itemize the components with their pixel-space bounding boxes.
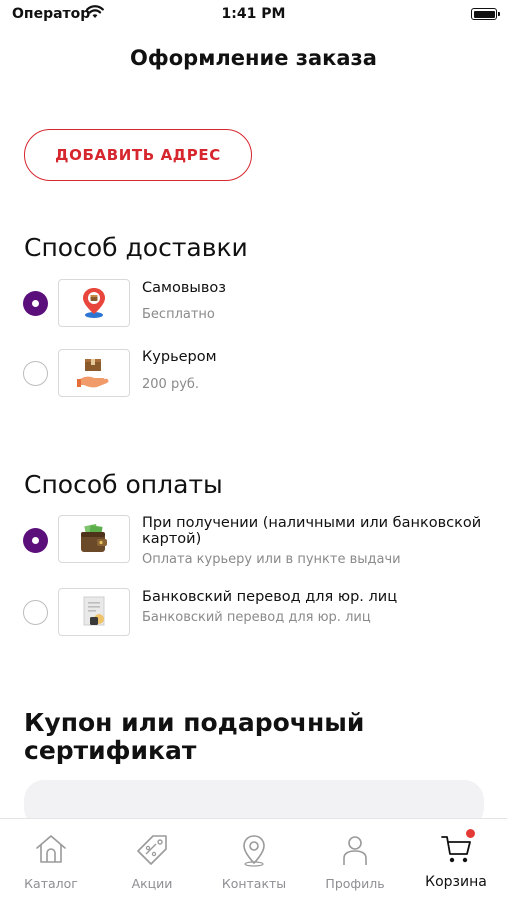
- delivery-heading: Способ доставки: [24, 233, 248, 262]
- tab-contacts[interactable]: Контакты: [212, 819, 296, 900]
- delivery-option-title: Самовывоз: [142, 280, 226, 296]
- tab-label: Каталог: [24, 876, 78, 891]
- radio-pickup[interactable]: [23, 291, 48, 316]
- add-address-button[interactable]: ДОБАВИТЬ АДРЕС: [24, 129, 252, 181]
- tab-bar: Каталог Акции Контакты Профиль Корзина: [0, 818, 507, 900]
- battery-icon: [471, 8, 500, 20]
- payment-option-subtitle: Банковский перевод для юр. лиц: [142, 610, 371, 625]
- payment-heading: Способ оплаты: [24, 470, 223, 499]
- bank-document-icon: [58, 588, 130, 636]
- tag-icon: [137, 835, 167, 865]
- radio-courier[interactable]: [23, 361, 48, 386]
- status-bar: Оператор 1:41 PM: [0, 0, 507, 30]
- tab-promotions[interactable]: Акции: [111, 819, 193, 900]
- tab-catalog[interactable]: Каталог: [10, 819, 92, 900]
- delivery-option-subtitle: Бесплатно: [142, 307, 215, 322]
- status-time: 1:41 PM: [221, 6, 286, 22]
- tab-profile[interactable]: Профиль: [314, 819, 396, 900]
- payment-option-bank-transfer[interactable]: Банковский перевод для юр. лиц Банковски…: [0, 588, 507, 638]
- payment-option-title: При получении (наличными или банковской …: [142, 515, 482, 547]
- radio-on-delivery[interactable]: [23, 528, 48, 553]
- home-icon: [36, 835, 66, 863]
- delivery-option-title: Курьером: [142, 349, 217, 365]
- tab-label: Профиль: [325, 876, 385, 891]
- location-pin-icon: [243, 835, 265, 867]
- delivery-option-courier[interactable]: Курьером 200 руб.: [0, 349, 507, 399]
- payment-option-title: Банковский перевод для юр. лиц: [142, 589, 398, 605]
- page-title: Оформление заказа: [130, 46, 377, 70]
- tab-label: Контакты: [221, 876, 287, 891]
- tab-cart[interactable]: Корзина: [414, 819, 498, 900]
- payment-option-on-delivery[interactable]: При получении (наличными или банковской …: [0, 515, 507, 567]
- tab-label: Корзина: [425, 874, 487, 890]
- courier-box-icon: [58, 349, 130, 397]
- delivery-option-pickup[interactable]: Самовывоз Бесплатно: [0, 279, 507, 329]
- payment-option-subtitle: Оплата курьеру или в пункте выдачи: [142, 552, 401, 567]
- cart-badge: [466, 829, 475, 838]
- cart-icon: [441, 836, 471, 863]
- radio-bank-transfer[interactable]: [23, 600, 48, 625]
- delivery-option-subtitle: 200 руб.: [142, 377, 200, 392]
- user-icon: [343, 836, 367, 865]
- tab-label: Акции: [131, 876, 173, 891]
- pickup-location-icon: [58, 279, 130, 327]
- coupon-heading: Купон или подарочный сертификат: [24, 708, 365, 765]
- wallet-icon: [58, 515, 130, 563]
